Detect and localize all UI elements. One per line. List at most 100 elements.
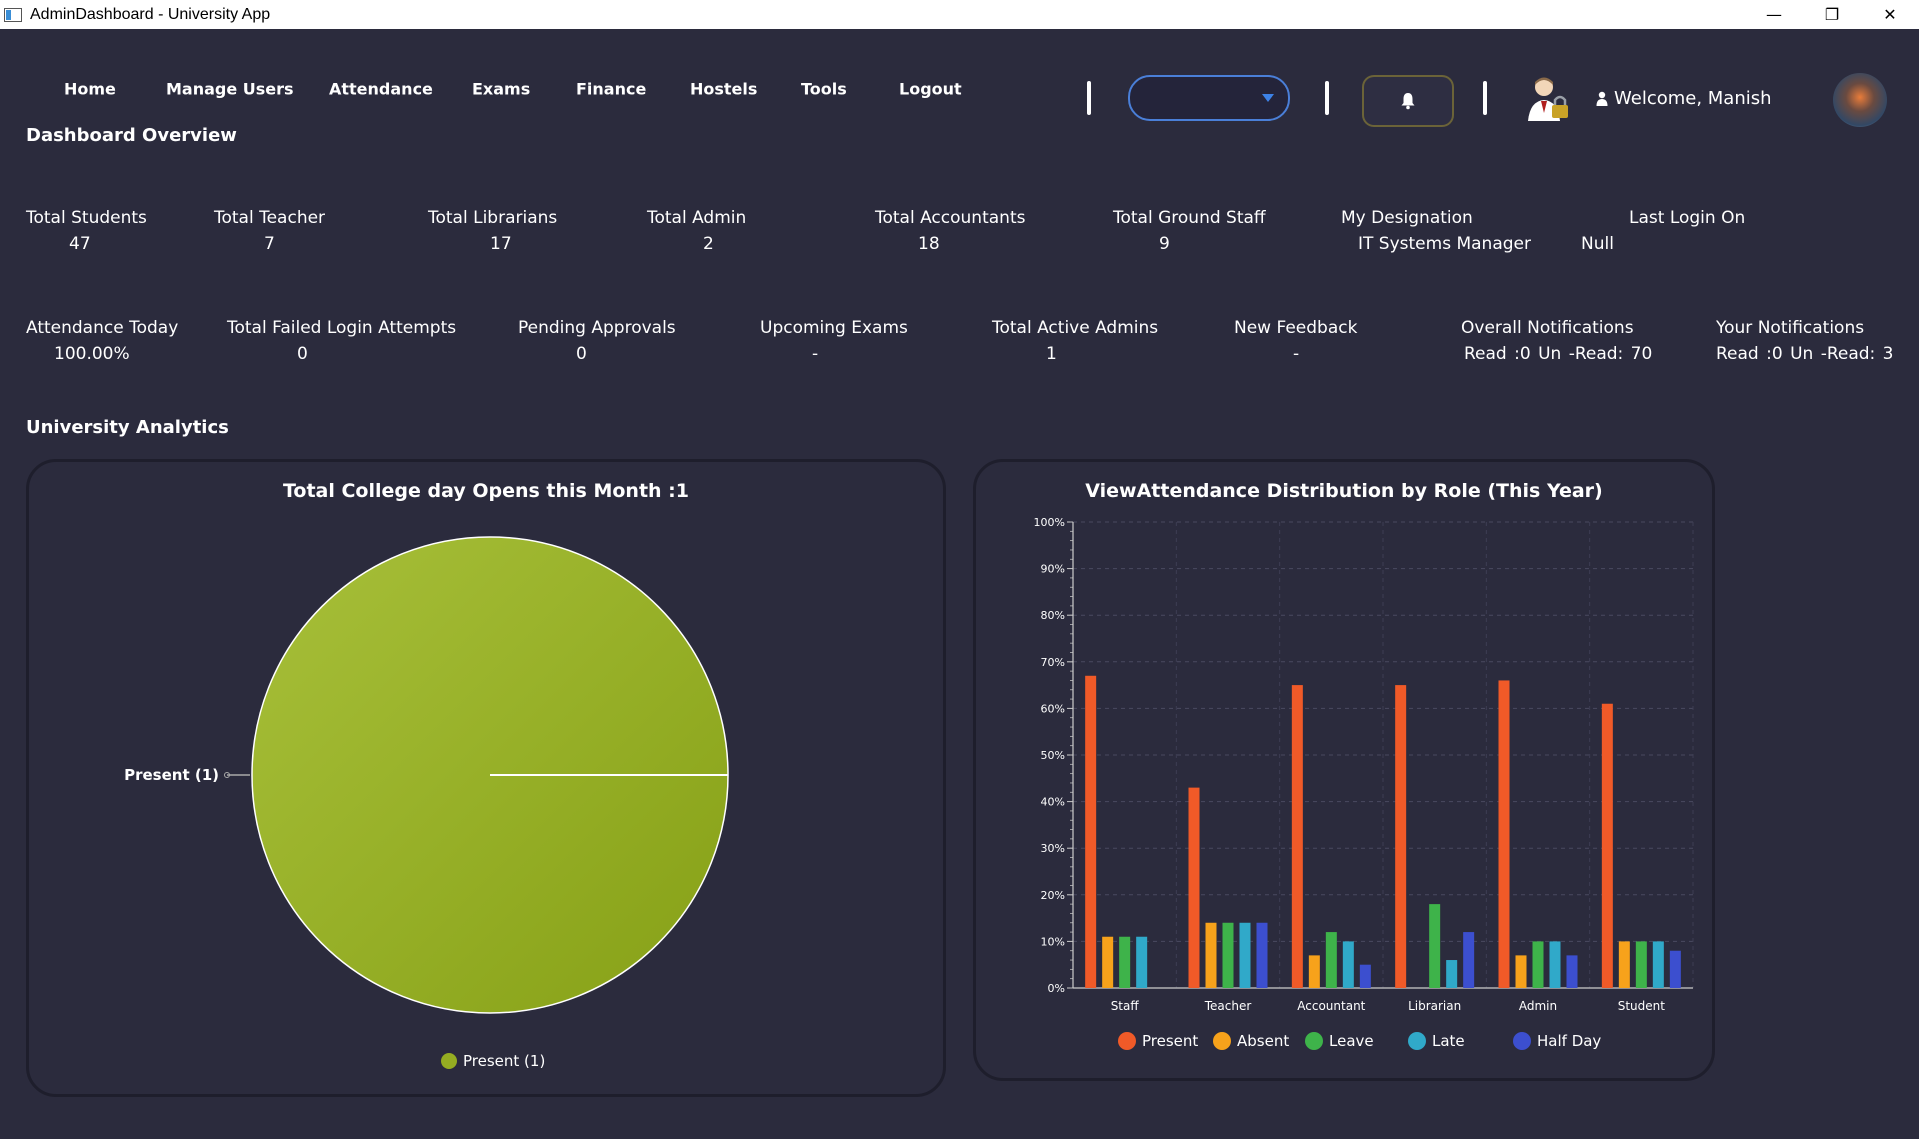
- bar-chart-card: ViewAttendance Distribution by Role (Thi…: [973, 459, 1715, 1081]
- legend-swatch: [1513, 1032, 1531, 1050]
- bar-late: [1446, 960, 1458, 988]
- stat-total-accountants: Total Accountants 18: [875, 208, 1026, 254]
- y-tick-label: 60%: [1041, 702, 1065, 715]
- user-icon: [1596, 91, 1608, 106]
- legend-label: Absent: [1237, 1032, 1289, 1050]
- minimize-icon[interactable]: —: [1745, 0, 1803, 29]
- bar-absent: [1205, 922, 1217, 988]
- nav-attendance[interactable]: Attendance: [329, 80, 433, 99]
- legend-swatch: [1408, 1032, 1426, 1050]
- y-tick-label: 20%: [1041, 889, 1065, 902]
- top-navigation: Home Manage Users Attendance Exams Finan…: [0, 29, 1919, 127]
- legend-label: Late: [1432, 1032, 1465, 1050]
- bar-leave: [1119, 936, 1131, 988]
- bar-present: [1395, 685, 1407, 988]
- pie-chart-card: Total College day Opens this Month :1 Pr…: [26, 459, 946, 1097]
- restore-icon[interactable]: ❐: [1803, 0, 1861, 29]
- legend-swatch: [1213, 1032, 1231, 1050]
- bar-present: [1498, 680, 1510, 988]
- y-tick-label: 50%: [1041, 749, 1065, 762]
- stat-total-admin: Total Admin 2: [647, 208, 747, 254]
- x-tick-label: Student: [1618, 999, 1666, 1013]
- bar-late: [1652, 941, 1664, 988]
- bar-leave: [1532, 941, 1544, 988]
- bar-present: [1601, 703, 1613, 988]
- legend-swatch: [1305, 1032, 1323, 1050]
- legend-label: Present: [1142, 1032, 1198, 1050]
- stat-attendance-today: Attendance Today 100.00%: [26, 318, 179, 364]
- x-tick-label: Admin: [1519, 999, 1557, 1013]
- admin-lock-icon[interactable]: [1524, 73, 1572, 123]
- x-tick-label: Librarian: [1408, 999, 1461, 1013]
- stat-your-notifications: Your Notifications Read :0 Un -Read: 3: [1716, 318, 1894, 364]
- legend-swatch: [441, 1053, 457, 1069]
- legend-label: Present (1): [463, 1052, 545, 1070]
- bar-half-day: [1669, 950, 1681, 988]
- bar-half-day: [1463, 932, 1475, 988]
- bar-absent: [1515, 955, 1527, 988]
- y-tick-label: 10%: [1041, 935, 1065, 948]
- nav-tools[interactable]: Tools: [801, 80, 847, 99]
- stat-active-admins: Total Active Admins 1: [992, 318, 1159, 364]
- stat-overall-notifications: Overall Notifications Read :0 Un -Read: …: [1461, 318, 1653, 364]
- role-select[interactable]: [1128, 75, 1290, 121]
- stat-total-librarians: Total Librarians 17: [428, 208, 558, 254]
- bar-half-day: [1566, 955, 1578, 988]
- bar-leave: [1325, 932, 1337, 988]
- bar-late: [1342, 941, 1354, 988]
- bar-leave: [1635, 941, 1647, 988]
- nav-separator: [1087, 81, 1091, 115]
- bar-half-day: [1359, 964, 1371, 988]
- bar-present: [1188, 787, 1200, 988]
- bar-late: [1239, 922, 1251, 988]
- y-tick-label: 0%: [1048, 982, 1065, 995]
- bell-icon: [1401, 93, 1415, 110]
- university-analytics-title: University Analytics: [26, 417, 229, 438]
- bar-present: [1085, 675, 1097, 988]
- bar-late: [1136, 936, 1148, 988]
- stat-pending-approvals: Pending Approvals 0: [518, 318, 676, 364]
- nav-exams[interactable]: Exams: [472, 80, 530, 99]
- welcome-text: Welcome, Manish: [1614, 88, 1772, 109]
- window-title: AdminDashboard - University App: [30, 5, 271, 23]
- bar-absent: [1618, 941, 1630, 988]
- legend-label: Leave: [1329, 1032, 1374, 1050]
- bar-leave: [1429, 904, 1441, 988]
- window-title-bar: AdminDashboard - University App — ❐ ✕: [0, 0, 1919, 29]
- stat-failed-login-attempts: Total Failed Login Attempts 0: [227, 318, 457, 364]
- stat-total-students: Total Students 47: [26, 208, 147, 254]
- bar-absent: [1308, 955, 1320, 988]
- avatar[interactable]: [1833, 73, 1887, 127]
- welcome-message: Welcome, Manish: [1596, 88, 1772, 109]
- chevron-down-icon: [1262, 94, 1274, 102]
- pie-chart: Present (1) Present (1): [124, 536, 729, 1070]
- nav-logout[interactable]: Logout: [899, 80, 962, 99]
- nav-separator: [1325, 81, 1329, 115]
- nav-manage-users[interactable]: Manage Users: [166, 80, 294, 99]
- pie-slice-label: Present (1): [124, 766, 219, 784]
- nav-hostels[interactable]: Hostels: [690, 80, 757, 99]
- app-icon: [4, 7, 22, 22]
- x-tick-label: Teacher: [1204, 999, 1252, 1013]
- nav-separator: [1483, 81, 1487, 115]
- stat-new-feedback: New Feedback -: [1234, 318, 1358, 364]
- nav-finance[interactable]: Finance: [576, 80, 646, 99]
- bar-chart: 0% 10% 20% 30% 40% 50% 60% 70% 80% 90% 100% Staff Te…: [1034, 516, 1694, 1050]
- close-icon[interactable]: ✕: [1861, 0, 1919, 29]
- y-tick-label: 40%: [1041, 796, 1065, 809]
- bar-half-day: [1256, 922, 1268, 988]
- y-tick-label: 100%: [1034, 516, 1065, 529]
- notifications-button[interactable]: [1362, 75, 1454, 127]
- x-tick-label: Accountant: [1297, 999, 1365, 1013]
- y-tick-label: 80%: [1041, 609, 1065, 622]
- nav-home[interactable]: Home: [64, 80, 116, 99]
- y-tick-label: 30%: [1041, 842, 1065, 855]
- bar-absent: [1102, 936, 1114, 988]
- stat-total-ground-staff: Total Ground Staff 9: [1113, 208, 1266, 254]
- y-tick-label: 90%: [1041, 563, 1065, 576]
- bar-leave: [1222, 922, 1234, 988]
- bar-late: [1549, 941, 1561, 988]
- stat-total-teacher: Total Teacher 7: [214, 208, 326, 254]
- dashboard-overview-title: Dashboard Overview: [26, 125, 237, 146]
- window-controls: — ❐ ✕: [1745, 0, 1919, 29]
